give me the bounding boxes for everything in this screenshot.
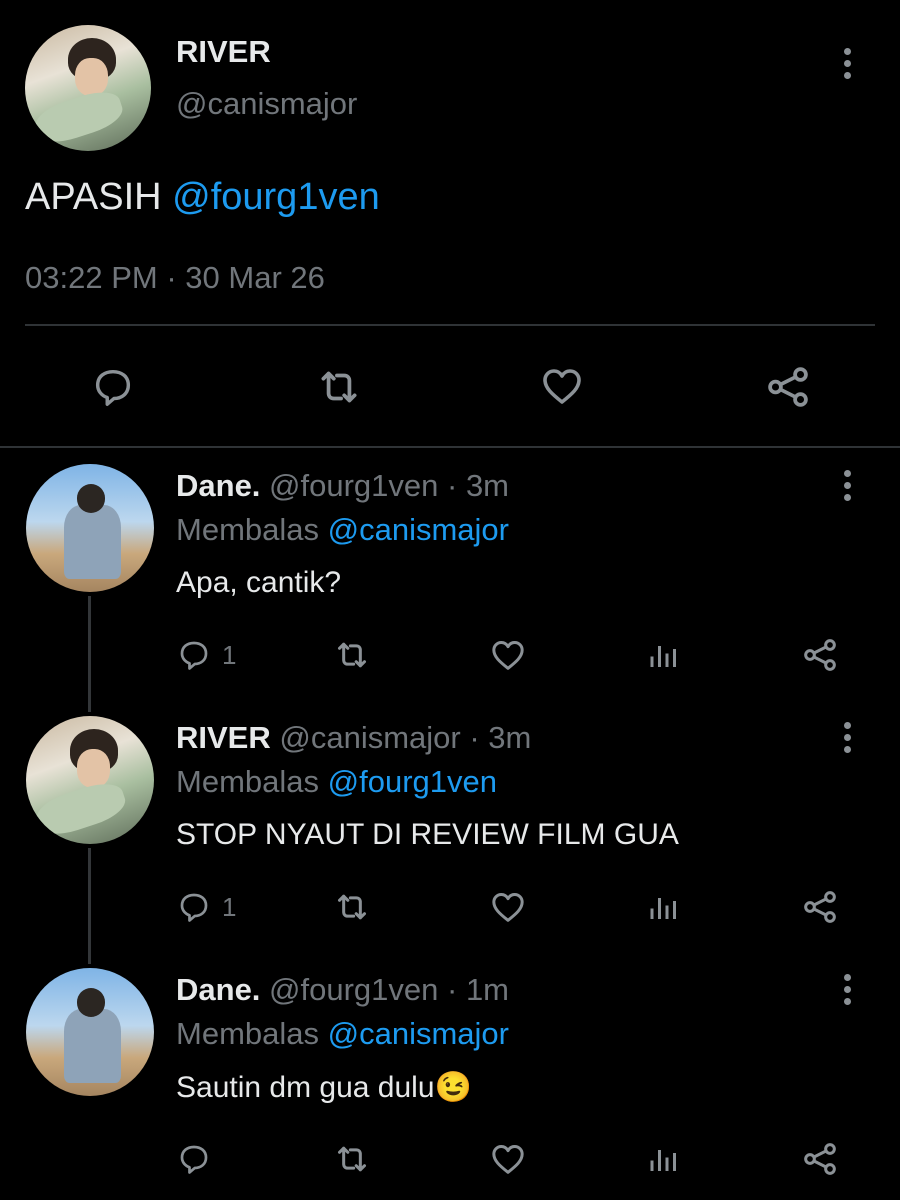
main-tweet-time: 03:22 PM xyxy=(25,260,158,295)
main-tweet-handle[interactable]: @canismajor xyxy=(176,86,357,122)
reply-avatar[interactable] xyxy=(26,464,154,592)
reply-display-name[interactable]: Dane. xyxy=(176,468,260,503)
main-tweet-divider xyxy=(25,324,875,326)
reply-avatar[interactable] xyxy=(26,716,154,844)
retweet-icon[interactable] xyxy=(332,887,372,927)
reply-count: 1 xyxy=(222,892,237,922)
reply-header: Dane. @fourg1ven · 1m xyxy=(176,972,509,1008)
share-icon[interactable] xyxy=(800,887,840,927)
section-divider xyxy=(0,446,900,448)
replying-to: Membalas @canismajor xyxy=(176,1016,509,1052)
reply-handle-time: @fourg1ven · 1m xyxy=(269,972,510,1007)
replying-label: Membalas xyxy=(176,512,319,547)
analytics-icon[interactable] xyxy=(646,889,682,925)
reply-icon[interactable] xyxy=(176,889,212,925)
share-icon[interactable] xyxy=(800,635,840,675)
main-tweet-text: APASIH @fourg1ven xyxy=(25,176,380,219)
reply-display-name[interactable]: Dane. xyxy=(176,972,260,1007)
reply-header: RIVER @canismajor · 3m xyxy=(176,720,531,756)
main-tweet-avatar[interactable] xyxy=(25,25,151,151)
replying-mention[interactable]: @fourg1ven xyxy=(328,764,497,799)
thread-line xyxy=(88,848,91,964)
analytics-icon[interactable] xyxy=(646,637,682,673)
replying-label: Membalas xyxy=(176,1016,319,1051)
analytics-icon[interactable] xyxy=(646,1141,682,1177)
share-icon[interactable] xyxy=(800,1139,840,1179)
retweet-icon[interactable] xyxy=(332,1139,372,1179)
reply-display-name[interactable]: RIVER xyxy=(176,720,271,755)
reply-count: 1 xyxy=(222,640,237,670)
like-icon[interactable] xyxy=(488,635,528,675)
reply-icon[interactable] xyxy=(90,364,136,410)
reply-more-icon[interactable] xyxy=(832,466,862,506)
reply-icon[interactable] xyxy=(176,637,212,673)
timestamp-separator: · xyxy=(166,260,177,295)
share-icon[interactable] xyxy=(763,362,813,412)
like-icon[interactable] xyxy=(488,887,528,927)
reply-text-body: Sautin dm gua dulu xyxy=(176,1071,435,1104)
reply-icon[interactable] xyxy=(176,1141,212,1177)
retweet-icon[interactable] xyxy=(332,635,372,675)
replying-to: Membalas @canismajor xyxy=(176,512,509,548)
reply-avatar[interactable] xyxy=(26,968,154,1096)
main-tweet-date: 30 Mar 26 xyxy=(185,260,325,295)
main-tweet-timestamp: 03:22 PM · 30 Mar 26 xyxy=(25,260,325,296)
reply-header: Dane. @fourg1ven · 3m xyxy=(176,468,509,504)
main-tweet-display-name[interactable]: RIVER xyxy=(176,34,271,70)
replying-mention[interactable]: @canismajor xyxy=(328,1016,509,1051)
reply-text: Sautin dm gua dulu😉 xyxy=(176,1070,472,1105)
wink-emoji: 😉 xyxy=(434,1071,472,1104)
reply-more-icon[interactable] xyxy=(832,718,862,758)
like-icon[interactable] xyxy=(538,362,586,410)
reply-handle-time: @canismajor · 3m xyxy=(279,720,532,755)
replying-mention[interactable]: @canismajor xyxy=(328,512,509,547)
main-tweet-mention[interactable]: @fourg1ven xyxy=(172,176,380,218)
reply-text: STOP NYAUT DI REVIEW FILM GUA xyxy=(176,818,679,851)
thread-line xyxy=(88,596,91,712)
retweet-icon[interactable] xyxy=(314,362,364,412)
reply-more-icon[interactable] xyxy=(832,970,862,1010)
main-tweet-more-icon[interactable] xyxy=(832,44,862,84)
reply-handle-time: @fourg1ven · 3m xyxy=(269,468,510,503)
main-tweet-body: APASIH xyxy=(25,176,162,218)
replying-label: Membalas xyxy=(176,764,319,799)
like-icon[interactable] xyxy=(488,1139,528,1179)
replying-to: Membalas @fourg1ven xyxy=(176,764,497,800)
reply-text: Apa, cantik? xyxy=(176,566,342,599)
